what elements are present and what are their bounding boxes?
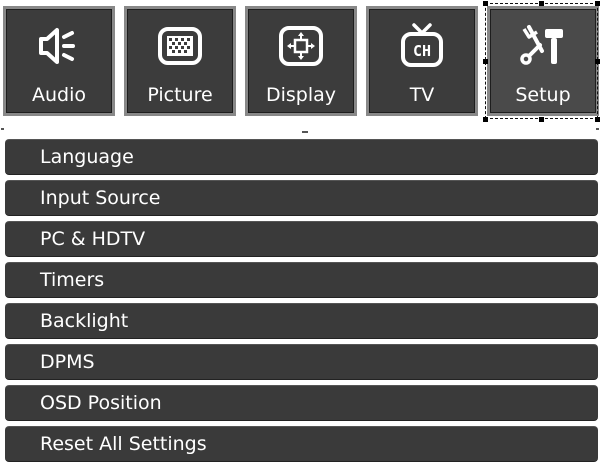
menu-item-osd-position[interactable]: OSD Position (5, 385, 598, 421)
tab-audio[interactable]: Audio (3, 6, 115, 116)
divider-mark (302, 131, 308, 133)
menu-item-backlight[interactable]: Backlight (5, 303, 598, 339)
selection-handle[interactable] (539, 1, 544, 6)
tab-tv-label: TV (409, 84, 435, 106)
speaker-icon (31, 21, 87, 71)
selection-handle[interactable] (595, 117, 600, 122)
tab-picture[interactable]: Picture (124, 6, 236, 116)
divider-mark (1, 128, 4, 130)
osd-tab-bar: Audio Picture Display CH TV Setup (0, 0, 600, 124)
selection-handle[interactable] (595, 59, 600, 64)
divider-mark (596, 128, 599, 130)
tab-picture-label: Picture (147, 84, 213, 106)
tab-setup[interactable]: Setup (487, 6, 599, 116)
tv-channel-icon: CH (394, 21, 450, 71)
tab-display[interactable]: Display (245, 6, 357, 116)
selection-handle[interactable] (483, 1, 488, 6)
selection-handle[interactable] (483, 59, 488, 64)
selection-handle[interactable] (483, 117, 488, 122)
menu-item-dpms[interactable]: DPMS (5, 344, 598, 380)
tv-channel-icon-text: CH (413, 42, 431, 60)
tab-display-label: Display (265, 84, 337, 106)
tools-icon (515, 21, 571, 71)
picture-icon (152, 21, 208, 71)
tab-audio-label: Audio (31, 84, 86, 106)
tab-setup-label: Setup (515, 84, 571, 106)
setup-menu-list: Language Input Source PC & HDTV Timers B… (5, 139, 598, 467)
menu-item-pc-hdtv[interactable]: PC & HDTV (5, 221, 598, 257)
menu-item-language[interactable]: Language (5, 139, 598, 175)
menu-item-reset-all-settings[interactable]: Reset All Settings (5, 426, 598, 462)
menu-item-input-source[interactable]: Input Source (5, 180, 598, 216)
tab-tv[interactable]: CH TV (366, 6, 478, 116)
selection-handle[interactable] (539, 117, 544, 122)
selection-handle[interactable] (595, 1, 600, 6)
display-position-icon (273, 21, 329, 71)
menu-item-timers[interactable]: Timers (5, 262, 598, 298)
